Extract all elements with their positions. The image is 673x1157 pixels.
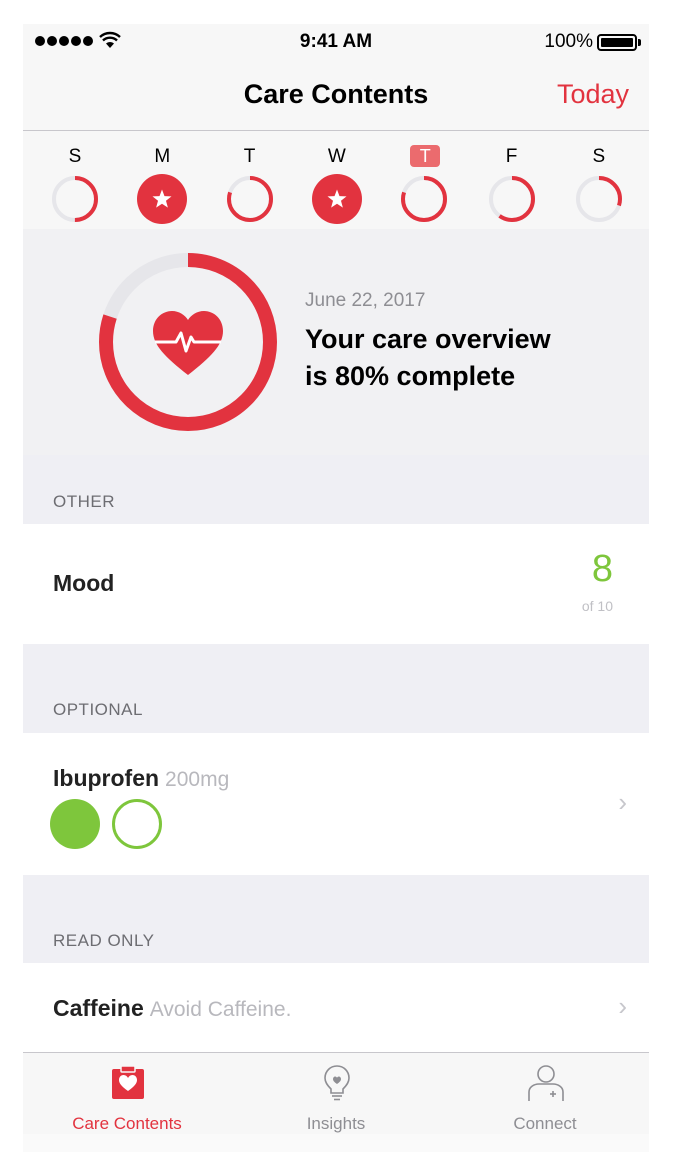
section-header-optional: OPTIONAL — [53, 700, 143, 719]
day-progress-ring — [52, 176, 98, 222]
mood-label: Mood — [53, 570, 115, 596]
tab-care-contents[interactable]: Care Contents — [23, 1053, 231, 1134]
navigation-bar: Care Contents Today — [23, 60, 649, 131]
tab-label-care-contents: Care Contents — [72, 1114, 182, 1133]
day-selector-3[interactable]: W — [302, 131, 372, 229]
ibuprofen-dose: 200mg — [165, 768, 230, 791]
list-item-mood[interactable]: Mood 8 of 10 — [23, 524, 649, 644]
section-header-other: OTHER — [53, 492, 115, 511]
overview-headline: Your care overview is 80% complete — [305, 321, 625, 395]
dose-button-taken[interactable] — [50, 799, 100, 849]
battery-tip — [638, 39, 641, 46]
ibuprofen-name: Ibuprofen — [53, 765, 160, 791]
day-progress-ring — [488, 176, 535, 222]
overview-date: June 22, 2017 — [305, 290, 426, 311]
day-letter: T — [410, 145, 441, 167]
app-screen: 9:41 AM 100% Care Contents Today S M T W T F S… — [23, 24, 649, 1134]
lightbulb-icon — [324, 1065, 350, 1101]
tab-label-connect: Connect — [513, 1114, 577, 1133]
day-selector-0[interactable]: S — [40, 131, 110, 229]
day-progress-ring — [226, 176, 273, 222]
today-button[interactable]: Today — [557, 79, 629, 110]
day-selector-5[interactable]: F — [477, 131, 547, 229]
day-letter: F — [505, 146, 518, 167]
overview-headline-line1: Your care overview — [305, 324, 551, 354]
tab-connect[interactable]: Connect — [441, 1053, 649, 1134]
chevron-right-icon: › — [618, 991, 627, 1021]
tab-insights[interactable]: Insights — [232, 1053, 440, 1134]
day-letter: T — [243, 146, 256, 167]
tab-bar: Care Contents Insights Connect — [23, 1052, 649, 1134]
day-selector-6[interactable]: S — [564, 131, 634, 229]
battery-icon — [597, 34, 637, 51]
home-indicator-area — [23, 1134, 649, 1152]
list-item-ibuprofen[interactable]: Ibuprofen 200mg › — [23, 733, 649, 875]
list-item-caffeine[interactable]: Caffeine Avoid Caffeine. › — [23, 963, 649, 1055]
completed-day-icon — [311, 174, 362, 224]
heart-icon — [153, 311, 223, 375]
day-selector-2[interactable]: T — [215, 131, 285, 229]
day-selector-4[interactable]: T — [389, 131, 459, 229]
week-selector: SMTWTFS — [23, 131, 649, 229]
overview-headline-line2: is 80% complete — [305, 361, 516, 391]
day-progress-ring — [401, 176, 448, 222]
completed-day-icon — [137, 174, 188, 224]
ibuprofen-label: Ibuprofen 200mg — [53, 765, 229, 792]
care-content-list: OTHER Mood 8 of 10 OPTIONAL Ibuprofen 200… — [23, 455, 649, 1055]
day-letter: M — [154, 146, 171, 167]
caffeine-name: Caffeine — [53, 995, 144, 1021]
caffeine-label: Caffeine Avoid Caffeine. — [53, 995, 291, 1022]
day-selector-1[interactable]: M — [127, 131, 197, 229]
day-letter: W — [327, 146, 346, 167]
day-letter: S — [592, 146, 606, 167]
day-letter: S — [68, 146, 82, 167]
person-add-icon — [528, 1065, 564, 1101]
mood-scale: of 10 — [581, 598, 613, 614]
section-header-read-only: READ ONLY — [53, 931, 155, 950]
tab-label-insights: Insights — [306, 1114, 366, 1133]
overview-progress-ring — [99, 253, 277, 431]
page-title: Care Contents — [243, 79, 429, 109]
status-bar: 9:41 AM 100% — [23, 24, 649, 60]
mood-value: 8 — [591, 548, 613, 590]
care-card-icon — [112, 1065, 144, 1099]
battery-percent: 100% — [544, 31, 593, 52]
dose-button-empty[interactable] — [112, 799, 162, 849]
day-progress-ring — [575, 176, 622, 222]
caffeine-note: Avoid Caffeine. — [149, 998, 292, 1021]
care-overview-header: June 22, 2017 Your care overview is 80% … — [23, 229, 649, 455]
chevron-right-icon: › — [618, 787, 627, 817]
